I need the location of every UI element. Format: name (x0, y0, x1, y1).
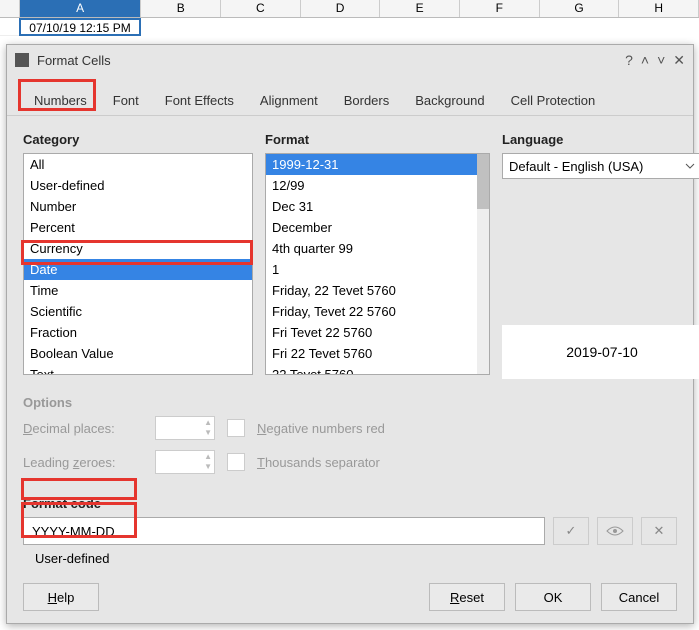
options-label: Options (23, 395, 677, 410)
col-header-c[interactable]: C (221, 0, 301, 17)
collapse-down-icon[interactable]: ˅ (657, 52, 665, 69)
help-button[interactable]: Help (23, 583, 99, 611)
col-header-f[interactable]: F (460, 0, 540, 17)
category-item-date[interactable]: Date (24, 259, 252, 280)
titlebar: Format Cells ? ˄ ˅ ✕ (7, 45, 693, 75)
active-cell[interactable]: 07/10/19 12:15 PM (19, 18, 141, 36)
category-label: Category (23, 132, 253, 147)
preview-format-button[interactable] (597, 517, 633, 545)
thousands-sep-label: Thousands separator (257, 455, 380, 470)
category-listbox[interactable]: All User-defined Number Percent Currency… (23, 153, 253, 375)
negative-red-label: Negative numbers red (257, 421, 385, 436)
cancel-button[interactable]: Cancel (601, 583, 677, 611)
format-item[interactable]: December (266, 217, 489, 238)
format-item[interactable]: Fri 22 Tevet 5760 (266, 343, 489, 364)
column-headers: A B C D E F G H (0, 0, 699, 18)
close-icon[interactable]: ✕ (673, 52, 685, 69)
language-dropdown[interactable]: Default - English (USA) (502, 153, 699, 179)
category-item[interactable]: Currency (24, 238, 252, 259)
category-item[interactable]: All (24, 154, 252, 175)
eye-icon (606, 525, 624, 537)
tabs: Numbers Font Font Effects Alignment Bord… (7, 75, 693, 116)
spreadsheet-row: 07/10/19 12:15 PM (0, 18, 699, 36)
preview-box: 2019-07-10 (502, 325, 699, 379)
format-item[interactable]: Dec 31 (266, 196, 489, 217)
decimal-places-input: ▲▼ (155, 416, 215, 440)
tab-font[interactable]: Font (100, 85, 152, 115)
tab-numbers[interactable]: Numbers (21, 85, 100, 115)
col-header-e[interactable]: E (380, 0, 460, 17)
tab-alignment[interactable]: Alignment (247, 85, 331, 115)
decimal-places-label: Decimal places: (23, 421, 143, 436)
help-titlebar-icon[interactable]: ? (625, 52, 633, 69)
category-item[interactable]: Boolean Value (24, 343, 252, 364)
format-item[interactable]: 1 (266, 259, 489, 280)
ok-button[interactable]: OK (515, 583, 591, 611)
format-item[interactable]: Friday, Tevet 22 5760 (266, 301, 489, 322)
tab-borders[interactable]: Borders (331, 85, 403, 115)
format-item[interactable]: Fri Tevet 22 5760 (266, 322, 489, 343)
leading-zeroes-label: Leading zeroes: (23, 455, 143, 470)
scrollbar[interactable] (477, 154, 489, 374)
category-item[interactable]: Percent (24, 217, 252, 238)
col-header-a[interactable]: A (20, 0, 141, 17)
format-code-input[interactable] (23, 517, 545, 545)
language-value: Default - English (USA) (509, 159, 643, 174)
chevron-down-icon (685, 163, 695, 169)
format-label: Format (265, 132, 490, 147)
tab-cell-protection[interactable]: Cell Protection (498, 85, 609, 115)
format-code-label: Format code (23, 496, 677, 511)
col-header-b[interactable]: B (141, 0, 221, 17)
format-listbox[interactable]: 1999-12-31 12/99 Dec 31 December 4th qua… (265, 153, 490, 375)
apply-format-button[interactable]: ✓ (553, 517, 589, 545)
dialog-title: Format Cells (37, 53, 625, 68)
reset-button[interactable]: Reset (429, 583, 505, 611)
col-header-d[interactable]: D (301, 0, 381, 17)
negative-red-checkbox (227, 419, 245, 437)
col-header-h[interactable]: H (619, 0, 699, 17)
collapse-up-icon[interactable]: ˄ (641, 52, 649, 69)
tab-font-effects[interactable]: Font Effects (152, 85, 247, 115)
format-item[interactable]: 22 Tevet 5760 (266, 364, 489, 375)
format-item[interactable]: 4th quarter 99 (266, 238, 489, 259)
format-item[interactable]: 12/99 (266, 175, 489, 196)
language-label: Language (502, 132, 699, 147)
app-icon (15, 53, 29, 67)
leading-zeroes-input: ▲▼ (155, 450, 215, 474)
category-item[interactable]: Text (24, 364, 252, 375)
format-item[interactable]: Friday, 22 Tevet 5760 (266, 280, 489, 301)
category-item[interactable]: Scientific (24, 301, 252, 322)
category-item[interactable]: Fraction (24, 322, 252, 343)
format-item[interactable]: 1999-12-31 (266, 154, 489, 175)
col-header-g[interactable]: G (540, 0, 620, 17)
user-defined-label: User-defined (23, 545, 677, 566)
thousands-sep-checkbox (227, 453, 245, 471)
category-item[interactable]: Number (24, 196, 252, 217)
delete-format-button[interactable]: ✕ (641, 517, 677, 545)
category-item[interactable]: User-defined (24, 175, 252, 196)
format-cells-dialog: Format Cells ? ˄ ˅ ✕ Numbers Font Font E… (6, 44, 694, 624)
category-item[interactable]: Time (24, 280, 252, 301)
tab-background[interactable]: Background (402, 85, 497, 115)
